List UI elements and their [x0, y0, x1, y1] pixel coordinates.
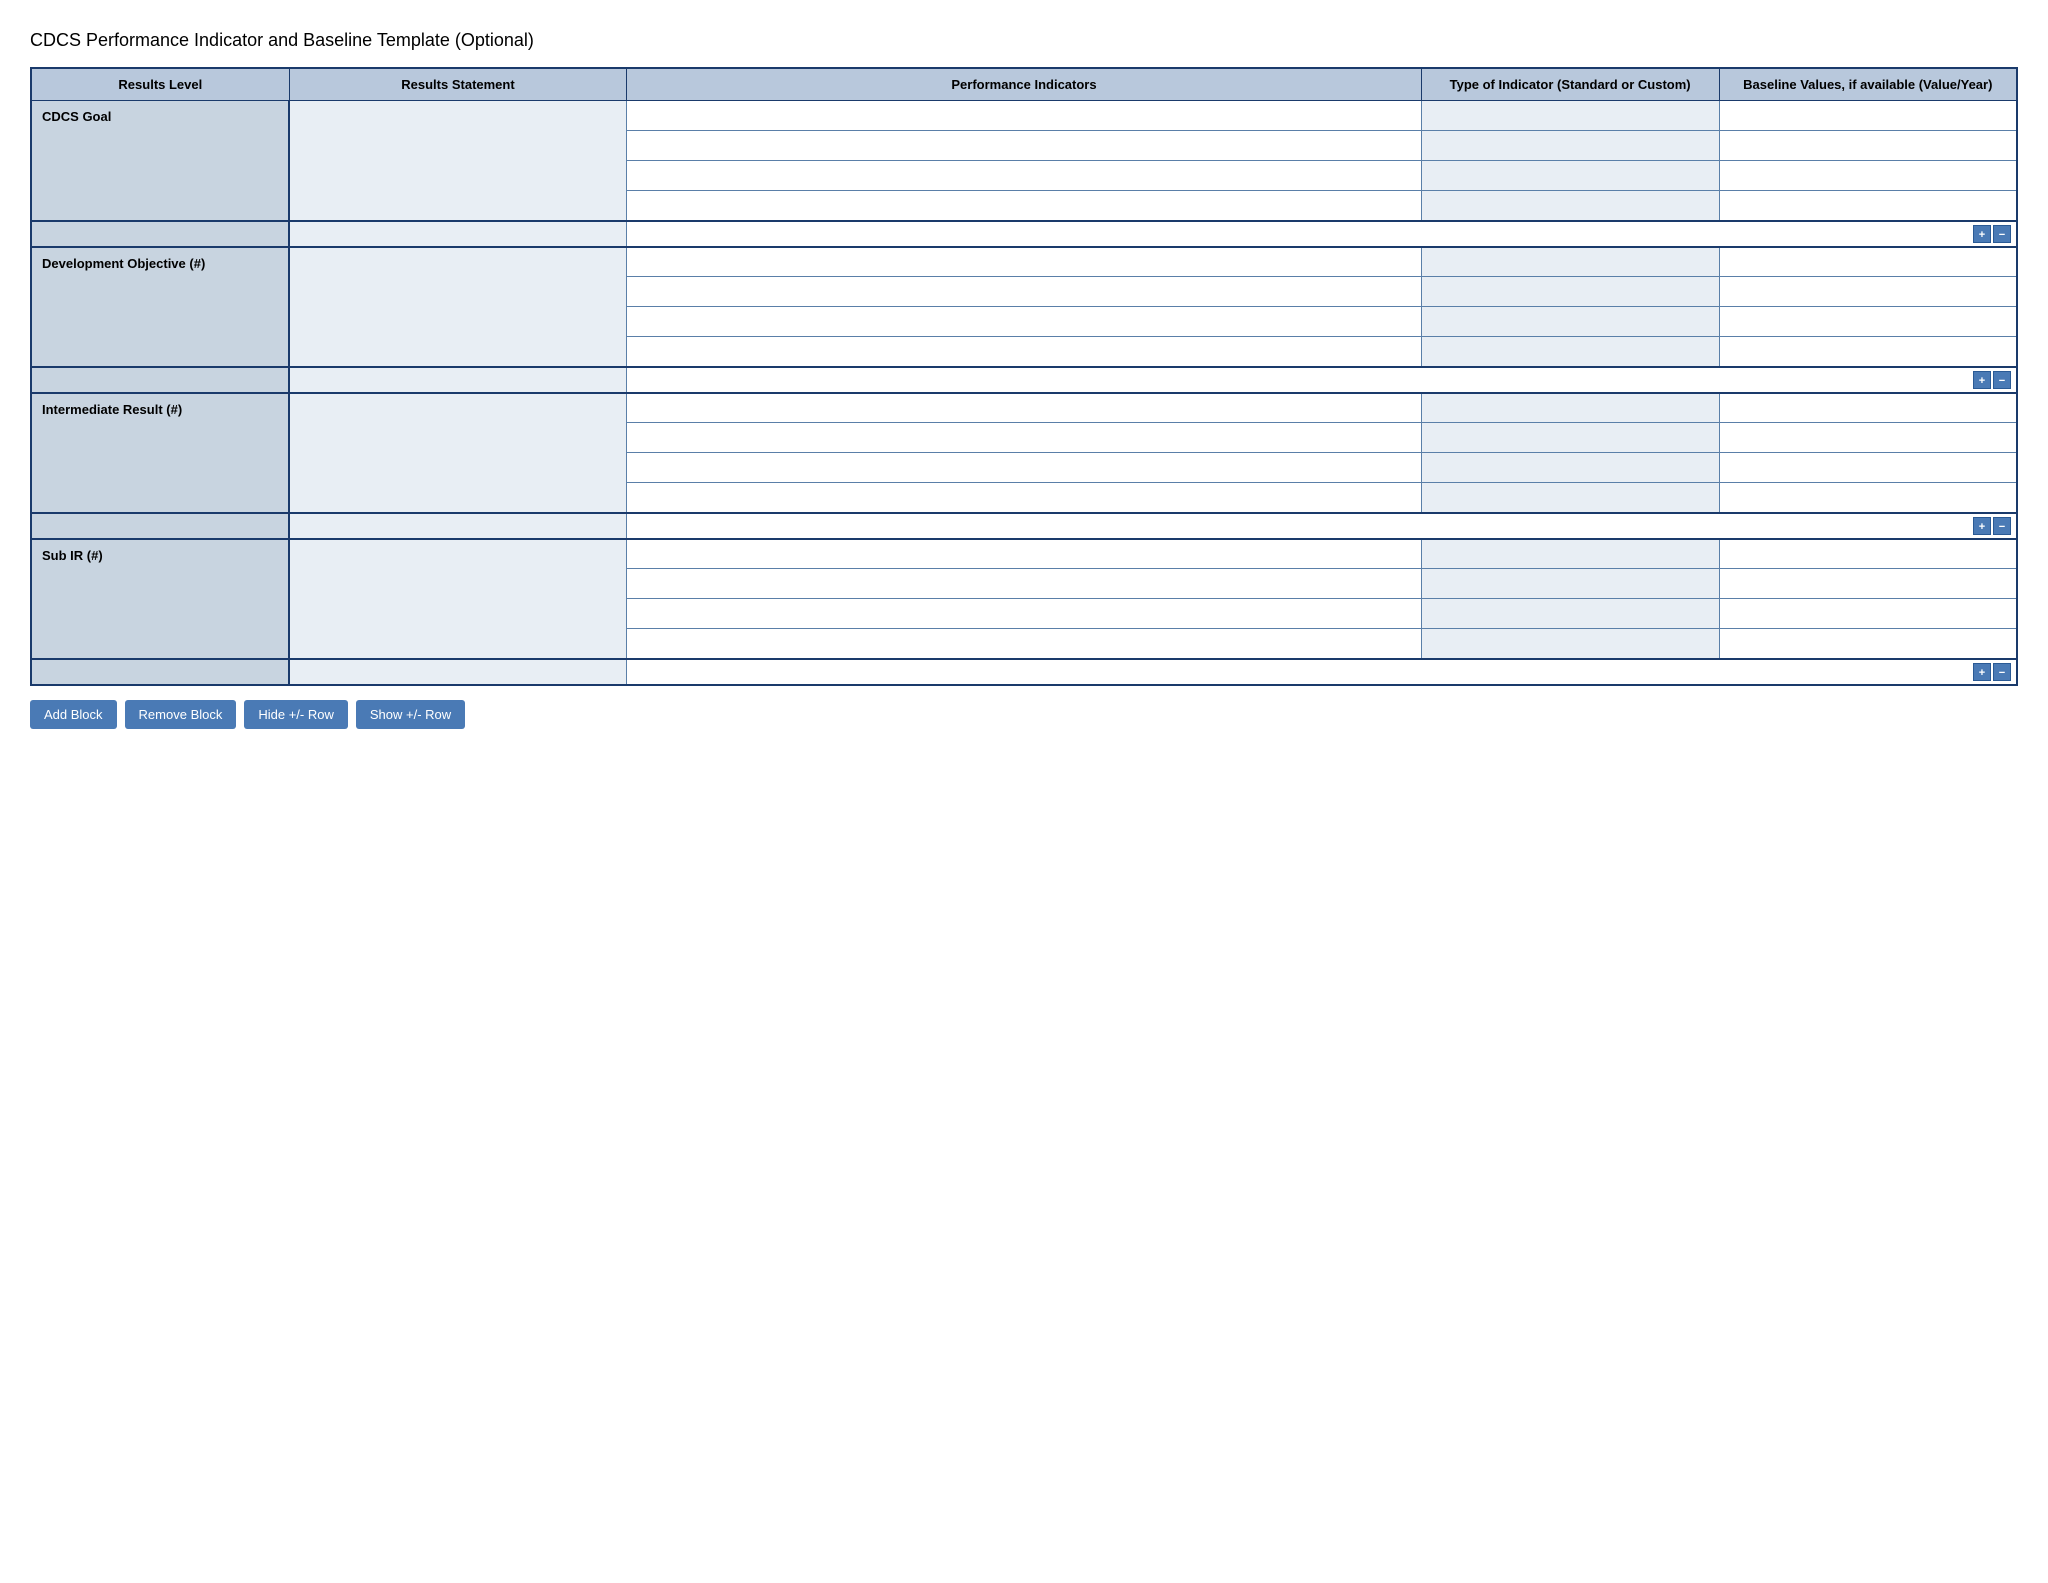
performance-indicator-intermediate-result-0[interactable]	[627, 393, 1421, 423]
add-row-sub-ir[interactable]: +	[1973, 663, 1991, 681]
performance-indicator-development-objective-3[interactable]	[627, 337, 1421, 367]
baseline-value-sub-ir-3[interactable]	[1719, 629, 2017, 659]
baseline-value-intermediate-result-0[interactable]	[1719, 393, 2017, 423]
table-row: Sub IR (#)	[31, 539, 2017, 569]
control-label-intermediate-result	[31, 513, 289, 539]
performance-indicator-sub-ir-3[interactable]	[627, 629, 1421, 659]
indicator-type-development-objective-0[interactable]	[1421, 247, 1719, 277]
add-row-development-objective[interactable]: +	[1973, 371, 1991, 389]
add-row-intermediate-result[interactable]: +	[1973, 517, 1991, 535]
performance-indicator-cdcs-goal-1[interactable]	[627, 131, 1421, 161]
indicator-type-cdcs-goal-1[interactable]	[1421, 131, 1719, 161]
performance-indicator-sub-ir-1[interactable]	[627, 569, 1421, 599]
block-label-development-objective: Development Objective (#)	[31, 247, 289, 367]
indicator-type-sub-ir-1[interactable]	[1421, 569, 1719, 599]
results-statement-sub-ir[interactable]	[289, 539, 627, 659]
control-label-cdcs-goal	[31, 221, 289, 247]
table-row: Intermediate Result (#)	[31, 393, 2017, 423]
performance-indicator-intermediate-result-1[interactable]	[627, 423, 1421, 453]
header-results-level: Results Level	[31, 68, 289, 101]
indicator-type-cdcs-goal-3[interactable]	[1421, 191, 1719, 221]
performance-indicator-sub-ir-0[interactable]	[627, 539, 1421, 569]
control-label-development-objective	[31, 367, 289, 393]
indicator-type-development-objective-1[interactable]	[1421, 277, 1719, 307]
baseline-value-intermediate-result-1[interactable]	[1719, 423, 2017, 453]
indicator-type-sub-ir-0[interactable]	[1421, 539, 1719, 569]
indicator-type-sub-ir-2[interactable]	[1421, 599, 1719, 629]
baseline-value-sub-ir-2[interactable]	[1719, 599, 2017, 629]
results-statement-cdcs-goal[interactable]	[289, 101, 627, 221]
performance-indicator-intermediate-result-3[interactable]	[627, 483, 1421, 513]
baseline-value-development-objective-1[interactable]	[1719, 277, 2017, 307]
performance-indicator-sub-ir-2[interactable]	[627, 599, 1421, 629]
results-statement-intermediate-result[interactable]	[289, 393, 627, 513]
performance-indicator-development-objective-2[interactable]	[627, 307, 1421, 337]
performance-indicator-development-objective-1[interactable]	[627, 277, 1421, 307]
remove-row-sub-ir[interactable]: −	[1993, 663, 2011, 681]
control-row-development-objective: +−	[31, 367, 2017, 393]
table-row: Development Objective (#)	[31, 247, 2017, 277]
baseline-value-sub-ir-0[interactable]	[1719, 539, 2017, 569]
header-performance-indicators: Performance Indicators	[627, 68, 1421, 101]
control-row-intermediate-result: +−	[31, 513, 2017, 539]
remove-block-button[interactable]: Remove Block	[125, 700, 237, 729]
indicator-type-development-objective-2[interactable]	[1421, 307, 1719, 337]
performance-indicator-cdcs-goal-3[interactable]	[627, 191, 1421, 221]
block-label-intermediate-result: Intermediate Result (#)	[31, 393, 289, 513]
results-statement-development-objective[interactable]	[289, 247, 627, 367]
indicator-type-cdcs-goal-2[interactable]	[1421, 161, 1719, 191]
hide-row-button[interactable]: Hide +/- Row	[244, 700, 348, 729]
performance-indicator-cdcs-goal-2[interactable]	[627, 161, 1421, 191]
main-table: Results Level Results Statement Performa…	[30, 67, 2018, 686]
remove-row-cdcs-goal[interactable]: −	[1993, 225, 2011, 243]
show-row-button[interactable]: Show +/- Row	[356, 700, 465, 729]
control-stmt-intermediate-result	[289, 513, 627, 539]
header-type-of-indicator: Type of Indicator (Standard or Custom)	[1421, 68, 1719, 101]
table-row: CDCS Goal	[31, 101, 2017, 131]
remove-row-intermediate-result[interactable]: −	[1993, 517, 2011, 535]
remove-row-development-objective[interactable]: −	[1993, 371, 2011, 389]
control-row-cdcs-goal: +−	[31, 221, 2017, 247]
baseline-value-development-objective-0[interactable]	[1719, 247, 2017, 277]
baseline-value-sub-ir-1[interactable]	[1719, 569, 2017, 599]
performance-indicator-development-objective-0[interactable]	[627, 247, 1421, 277]
baseline-value-intermediate-result-2[interactable]	[1719, 453, 2017, 483]
indicator-type-cdcs-goal-0[interactable]	[1421, 101, 1719, 131]
indicator-type-development-objective-3[interactable]	[1421, 337, 1719, 367]
block-label-sub-ir: Sub IR (#)	[31, 539, 289, 659]
baseline-value-cdcs-goal-2[interactable]	[1719, 161, 2017, 191]
indicator-type-intermediate-result-0[interactable]	[1421, 393, 1719, 423]
add-block-button[interactable]: Add Block	[30, 700, 117, 729]
baseline-value-cdcs-goal-3[interactable]	[1719, 191, 2017, 221]
performance-indicator-intermediate-result-2[interactable]	[627, 453, 1421, 483]
add-row-cdcs-goal[interactable]: +	[1973, 225, 1991, 243]
control-label-sub-ir	[31, 659, 289, 685]
baseline-value-development-objective-2[interactable]	[1719, 307, 2017, 337]
control-stmt-development-objective	[289, 367, 627, 393]
header-baseline-values: Baseline Values, if available (Value/Yea…	[1719, 68, 2017, 101]
indicator-type-intermediate-result-3[interactable]	[1421, 483, 1719, 513]
baseline-value-cdcs-goal-0[interactable]	[1719, 101, 2017, 131]
header-results-statement: Results Statement	[289, 68, 627, 101]
baseline-value-development-objective-3[interactable]	[1719, 337, 2017, 367]
control-stmt-sub-ir	[289, 659, 627, 685]
block-label-cdcs-goal: CDCS Goal	[31, 101, 289, 221]
page-title: CDCS Performance Indicator and Baseline …	[30, 30, 2018, 51]
indicator-type-intermediate-result-2[interactable]	[1421, 453, 1719, 483]
baseline-value-intermediate-result-3[interactable]	[1719, 483, 2017, 513]
indicator-type-intermediate-result-1[interactable]	[1421, 423, 1719, 453]
control-row-sub-ir: +−	[31, 659, 2017, 685]
footer-buttons: Add Block Remove Block Hide +/- Row Show…	[30, 700, 2018, 729]
performance-indicator-cdcs-goal-0[interactable]	[627, 101, 1421, 131]
control-stmt-cdcs-goal	[289, 221, 627, 247]
baseline-value-cdcs-goal-1[interactable]	[1719, 131, 2017, 161]
header-row: Results Level Results Statement Performa…	[31, 68, 2017, 101]
indicator-type-sub-ir-3[interactable]	[1421, 629, 1719, 659]
